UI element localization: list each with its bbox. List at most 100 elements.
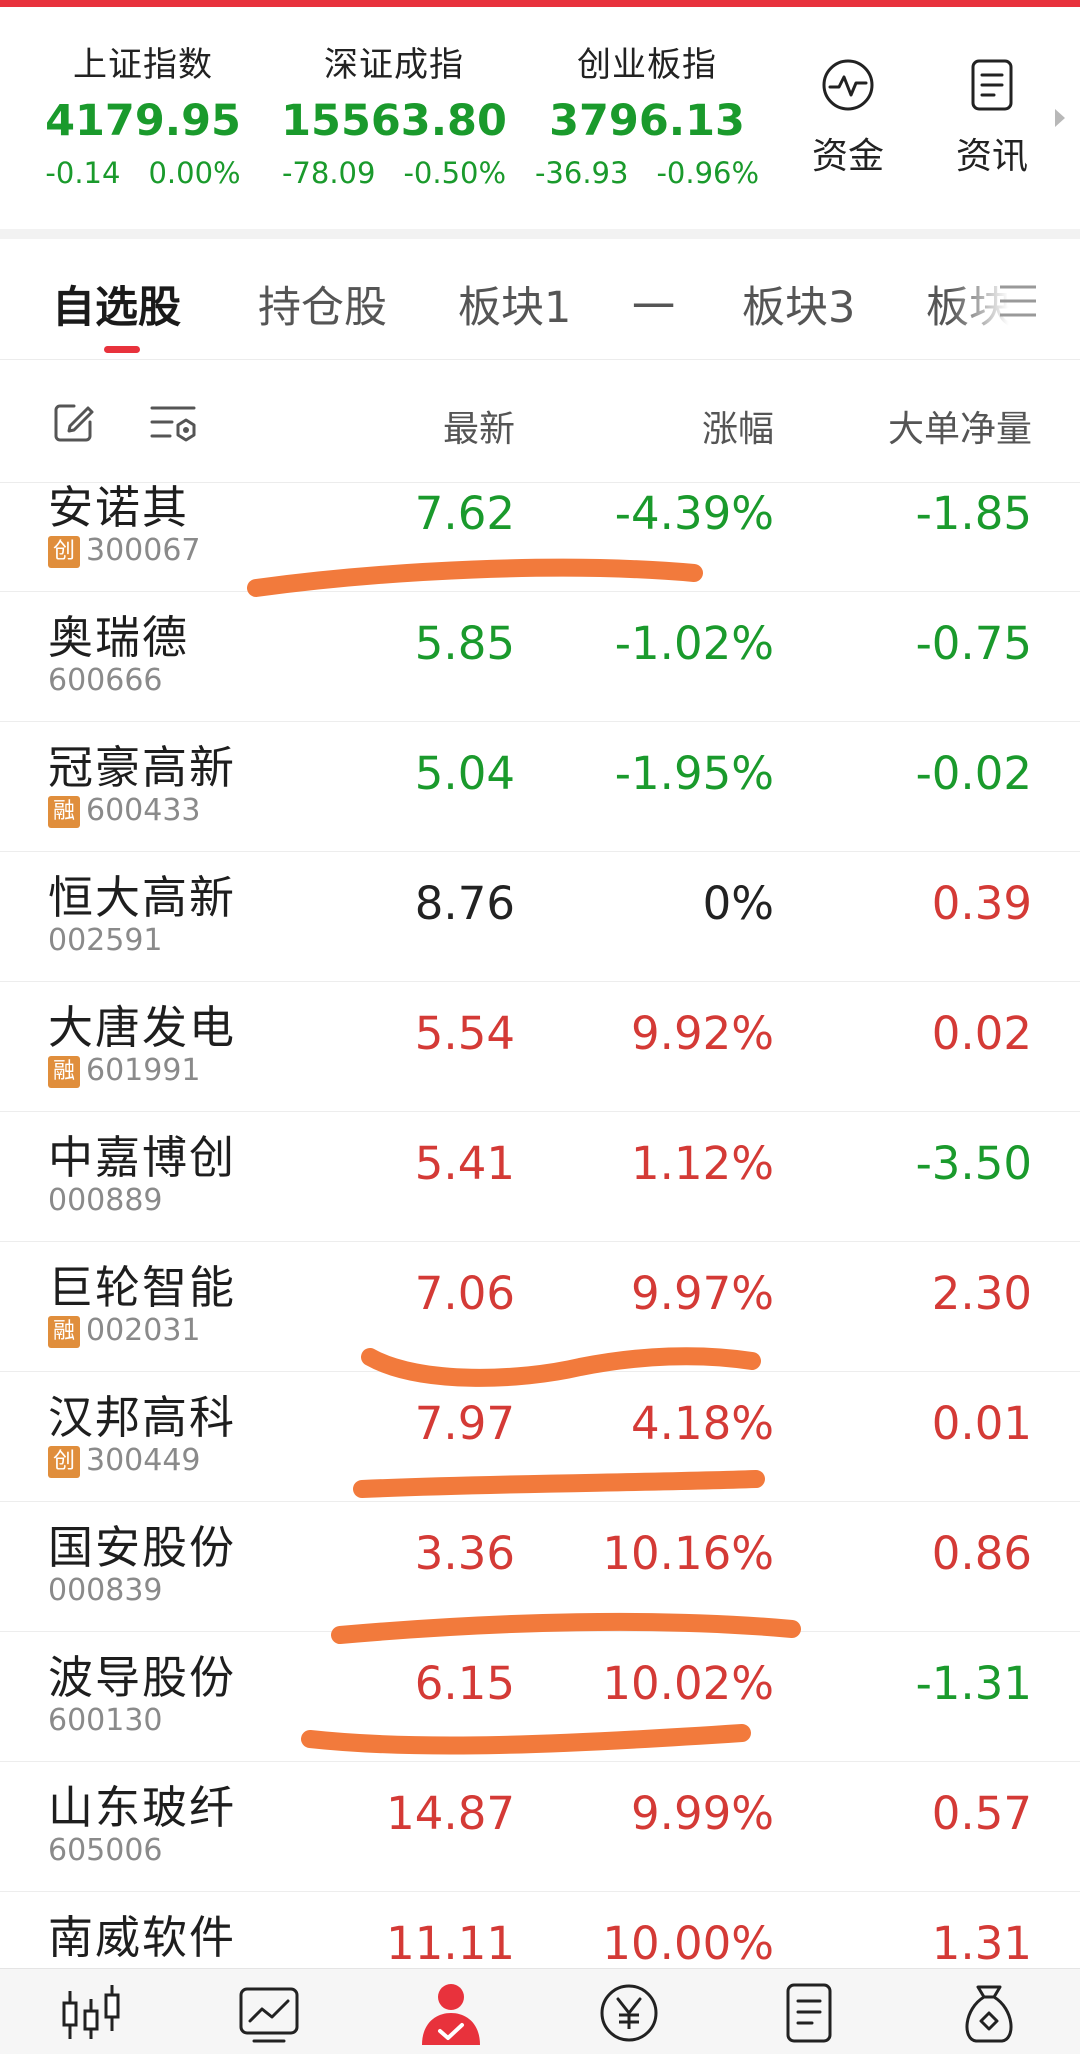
stock-latest-price: 5.04 [414,747,515,800]
user-icon[interactable] [418,1981,484,2045]
stock-list: 安诺其创 300067 7.62 -4.39% -1.85 奥瑞德 600666 5.85 -1… [0,483,1080,1968]
stock-tag-badge: 融 [48,1316,80,1348]
stock-latest-price: 7.62 [414,487,515,540]
stock-latest-price: 5.41 [414,1137,515,1190]
stock-row[interactable]: 国安股份 000839 3.36 10.16% 0.86 [0,1501,1080,1632]
column-big-order-net[interactable]: 大单净量 [888,400,1032,452]
stock-code-text: 605006 [48,1833,163,1868]
stock-row[interactable]: 中嘉博创 000889 5.41 1.12% -3.50 [0,1111,1080,1242]
stock-latest-price: 3.36 [414,1527,515,1580]
tab-sector-1[interactable]: 板块1 [458,273,571,335]
funds-button[interactable]: 资金 [800,57,896,179]
tab-watchlist[interactable]: 自选股 [52,273,181,335]
edit-icon[interactable] [52,400,96,444]
stock-row[interactable]: 大唐发电融 601991 5.54 9.92% 0.02 [0,981,1080,1112]
stock-big-order-net: -0.02 [915,747,1032,800]
stock-change-pct: -1.95% [614,747,774,800]
stock-big-order-net: 0.39 [931,877,1032,930]
stock-code-text: 601991 [86,1053,201,1088]
news-label: 资讯 [955,136,1028,177]
stock-code-text: 300449 [86,1443,201,1478]
index-shenzhen[interactable]: 深证成指 15563.80 -78.09 -0.50% [278,37,510,190]
stock-latest-price: 5.85 [414,617,515,670]
stock-code-text: 600666 [48,663,163,698]
yuan-icon[interactable] [596,1981,662,2045]
stock-change-pct: 10.02% [602,1657,774,1710]
stock-row[interactable]: 安诺其创 300067 7.62 -4.39% -1.85 [0,483,1080,592]
stock-code: 605006 [48,1833,163,1868]
index-name: 上证指数 [73,45,213,85]
stock-code: 融 601991 [48,1053,201,1088]
stock-change-pct: -1.02% [614,617,774,670]
stock-code-text: 000889 [48,1183,163,1218]
scroll-right-arrow-icon[interactable] [1055,109,1065,127]
stock-code-text: 600130 [48,1703,163,1738]
stock-big-order-net: 1.31 [931,1917,1032,1968]
money-bag-icon[interactable] [956,1981,1022,2045]
stock-tag-badge: 创 [48,1446,80,1478]
news-button[interactable]: 资讯 [944,57,1040,179]
column-change-pct[interactable]: 涨幅 [702,400,774,452]
tab-menu-icon[interactable] [998,283,1038,319]
stock-change-pct: 9.92% [631,1007,774,1060]
stock-big-order-net: 0.01 [931,1397,1032,1450]
stock-name: 国安股份 [48,1521,237,1574]
stock-row[interactable]: 巨轮智能融 002031 7.06 9.97% 2.30 [0,1241,1080,1372]
stock-latest-price: 5.54 [414,1007,515,1060]
candlestick-icon[interactable] [58,1981,124,2045]
pulse-icon [822,59,874,111]
stock-tag-badge: 融 [48,1056,80,1088]
column-latest-price[interactable]: 最新 [443,400,515,452]
stock-row[interactable]: 山东玻纤 605006 14.87 9.99% 0.57 [0,1761,1080,1892]
stock-row[interactable]: 冠豪高新融 600433 5.04 -1.95% -0.02 [0,721,1080,852]
stock-name: 南威软件 [48,1911,237,1964]
stock-big-order-net: 0.57 [931,1787,1032,1840]
tab-holdings[interactable]: 持仓股 [258,273,387,335]
stock-code: 创 300449 [48,1443,201,1478]
stock-big-order-net: 0.02 [931,1007,1032,1060]
stock-change-pct: 9.99% [631,1787,774,1840]
stock-name: 安诺其 [48,483,190,534]
stock-change-pct: 9.97% [631,1267,774,1320]
tab-sector-3[interactable]: 板块3 [742,273,855,335]
index-shanghai[interactable]: 上证指数 4179.95 -0.14 0.00% [28,37,258,190]
index-change: -0.14 0.00% [45,156,241,190]
index-chinext[interactable]: 创业板指 3796.13 -36.93 -0.96% [532,37,762,190]
active-tab-indicator [104,346,140,353]
index-change: -36.93 -0.96% [534,156,760,190]
stock-latest-price: 7.06 [414,1267,515,1320]
stock-change-pct: 10.00% [602,1917,774,1968]
section-divider [0,229,1080,239]
column-header: 最新 涨幅 大单净量 [0,360,1080,483]
document-icon[interactable] [776,1981,842,2045]
watchlist-tabs: 自选股 持仓股 板块1 一 板块3 板块 [0,239,1080,360]
stock-row[interactable]: 波导股份 600130 6.15 10.02% -1.31 [0,1631,1080,1762]
stock-name: 奥瑞德 [48,611,190,664]
stock-code: 600130 [48,1703,163,1738]
filter-settings-icon[interactable] [150,402,200,446]
chart-icon[interactable] [236,1981,302,2045]
stock-code: 融 600433 [48,793,201,828]
stock-name: 巨轮智能 [48,1261,237,1314]
stock-code: 002591 [48,923,163,958]
stock-latest-price: 11.11 [386,1917,515,1968]
stock-change-pct: 0% [702,877,774,930]
stock-row[interactable]: 南威软件 11.11 10.00% 1.31 [0,1891,1080,1968]
stock-name: 山东玻纤 [48,1781,237,1834]
stock-code-text: 002031 [86,1313,201,1348]
stock-latest-price: 6.15 [414,1657,515,1710]
stock-row[interactable]: 汉邦高科创 300449 7.97 4.18% 0.01 [0,1371,1080,1502]
stock-code: 000839 [48,1573,163,1608]
stock-name: 中嘉博创 [48,1131,237,1184]
stock-tag-badge: 创 [48,536,80,568]
tab-sector-2[interactable]: 一 [632,273,675,335]
stock-latest-price: 8.76 [414,877,515,930]
stock-big-order-net: -0.75 [915,617,1032,670]
top-accent-bar [0,0,1080,7]
stock-change-pct: 4.18% [631,1397,774,1450]
stock-big-order-net: 0.86 [931,1527,1032,1580]
stock-row[interactable]: 奥瑞德 600666 5.85 -1.02% -0.75 [0,591,1080,722]
stock-name: 波导股份 [48,1651,237,1704]
stock-row[interactable]: 恒大高新 002591 8.76 0% 0.39 [0,851,1080,982]
stock-code: 创 300067 [48,533,201,568]
